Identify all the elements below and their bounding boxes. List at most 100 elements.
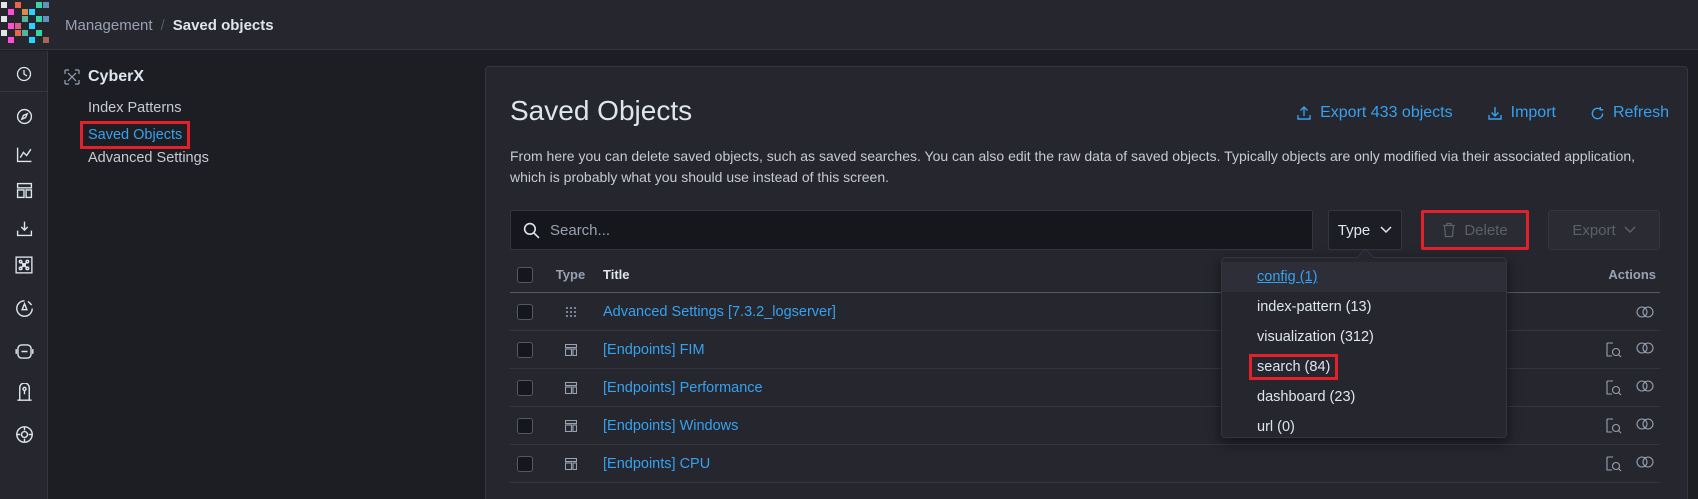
logo-pixel <box>1 37 7 43</box>
left-nav-rail <box>0 51 48 499</box>
logo-pixel <box>36 16 42 22</box>
breadcrumb-separator: / <box>160 17 165 34</box>
relationships-icon[interactable] <box>1636 417 1654 430</box>
logo-pixel <box>22 2 28 8</box>
search-object-icon <box>548 381 593 394</box>
sidenav-title-text: CyberX <box>88 68 145 85</box>
row-actions <box>1570 379 1660 396</box>
select-all-checkbox[interactable] <box>517 266 533 283</box>
relationships-icon[interactable] <box>1636 341 1654 354</box>
sidenav-item-index-patterns[interactable]: Index Patterns <box>64 96 464 121</box>
header-actions: Export 433 objects Import Refresh <box>1296 104 1669 122</box>
export-selected-button[interactable]: Export <box>1548 210 1660 250</box>
search-icon <box>523 222 540 239</box>
logo-pixel <box>36 30 42 36</box>
search-bar[interactable] <box>510 210 1313 250</box>
logo-pixel <box>29 9 35 15</box>
relationships-icon[interactable] <box>1636 455 1654 468</box>
type-filter-label[interactable]: Type <box>1338 222 1371 239</box>
breadcrumb-management[interactable]: Management <box>65 17 153 34</box>
type-option-dashboard[interactable]: dashboard (23) <box>1222 382 1506 412</box>
logo-pixel <box>29 2 35 8</box>
logo-pixel <box>15 9 21 15</box>
row-checkbox[interactable] <box>517 417 533 434</box>
logo-pixel <box>15 37 21 43</box>
page-description: From here you can delete saved objects, … <box>510 148 1636 185</box>
column-header-actions: Actions <box>1608 267 1656 282</box>
settings-icon[interactable] <box>13 423 35 445</box>
logo-pixel <box>1 2 7 8</box>
relationships-icon[interactable] <box>1636 305 1654 318</box>
logo-pixel <box>15 30 21 36</box>
row-checkbox[interactable] <box>517 303 533 320</box>
logo-pixel <box>36 23 42 29</box>
monitor-icon[interactable] <box>13 340 35 362</box>
sidenav-title: CyberX <box>64 68 464 86</box>
chart-icon[interactable] <box>13 143 35 165</box>
row-title-link[interactable]: [Endpoints] CPU <box>593 456 1570 472</box>
logo-pixel <box>8 30 14 36</box>
export-all-button[interactable]: Export 433 objects <box>1296 104 1453 122</box>
type-option-config[interactable]: config (1) <box>1222 262 1506 292</box>
type-filter-button[interactable]: Type <box>1328 210 1402 250</box>
refresh-button[interactable]: Refresh <box>1590 104 1669 122</box>
logo-pixel <box>29 23 35 29</box>
logo-pixel <box>1 9 7 15</box>
row-checkbox[interactable] <box>517 455 533 472</box>
type-option-url[interactable]: url (0) <box>1222 412 1506 442</box>
download-icon[interactable] <box>13 217 35 239</box>
search-object-icon <box>548 343 593 356</box>
delete-label[interactable]: Delete <box>1464 222 1507 239</box>
app-logo[interactable] <box>0 0 49 50</box>
sensor-icon[interactable] <box>13 381 35 403</box>
inspect-icon[interactable] <box>1606 455 1622 472</box>
logo-pixel <box>36 37 42 43</box>
clock-icon[interactable] <box>13 63 35 85</box>
dashboard-icon[interactable] <box>13 179 35 201</box>
import-button[interactable]: Import <box>1487 104 1556 122</box>
ml-icon[interactable] <box>13 297 35 319</box>
search-input[interactable] <box>550 221 1290 239</box>
cyberx-icon <box>64 69 80 85</box>
row-actions <box>1570 417 1660 434</box>
page-title: Saved Objects <box>510 95 693 126</box>
logo-pixel <box>29 30 35 36</box>
type-option-visualization[interactable]: visualization (312) <box>1222 322 1506 352</box>
top-header: Management / Saved objects <box>0 0 1698 50</box>
compass-icon[interactable] <box>13 105 35 127</box>
chevron-down-icon <box>1624 226 1636 234</box>
sidenav-item-saved-objects-label[interactable]: Saved Objects <box>80 121 191 149</box>
inspect-icon[interactable] <box>1606 379 1622 396</box>
export-all-label[interactable]: Export 433 objects <box>1320 104 1453 122</box>
type-option-search[interactable]: search (84) <box>1222 352 1506 382</box>
column-header-type[interactable]: Type <box>548 267 593 282</box>
export-label[interactable]: Export <box>1572 222 1615 239</box>
row-checkbox[interactable] <box>517 341 533 358</box>
logo-pixel <box>29 37 35 43</box>
trash-icon <box>1443 222 1456 238</box>
logo-pixel <box>43 2 49 8</box>
refresh-label[interactable]: Refresh <box>1613 104 1669 122</box>
import-label[interactable]: Import <box>1511 104 1556 122</box>
type-option-index-pattern[interactable]: index-pattern (13) <box>1222 292 1506 322</box>
type-option-search-label[interactable]: search (84) <box>1249 354 1339 380</box>
inspect-icon[interactable] <box>1606 341 1622 358</box>
sidenav-item-advanced-settings[interactable]: Advanced Settings <box>64 146 464 171</box>
inspect-icon[interactable] <box>1606 417 1622 434</box>
logo-pixel <box>8 9 14 15</box>
search-object-icon <box>548 457 593 470</box>
refresh-icon <box>1591 106 1604 119</box>
saved-objects-panel: Saved Objects Export 433 objects Import … <box>485 66 1688 499</box>
management-sidenav: CyberX Index Patterns Saved Objects Adva… <box>64 68 464 171</box>
row-checkbox[interactable] <box>517 379 533 396</box>
search-object-icon <box>548 419 593 432</box>
logo-pixel <box>43 23 49 29</box>
logo-pixel <box>8 37 14 43</box>
sidenav-item-saved-objects[interactable]: Saved Objects <box>64 121 464 149</box>
graph-icon[interactable] <box>13 254 35 276</box>
logo-pixel <box>1 23 7 29</box>
logo-pixel <box>22 30 28 36</box>
delete-button[interactable]: Delete <box>1421 210 1529 250</box>
config-icon <box>548 306 593 318</box>
relationships-icon[interactable] <box>1636 379 1654 392</box>
